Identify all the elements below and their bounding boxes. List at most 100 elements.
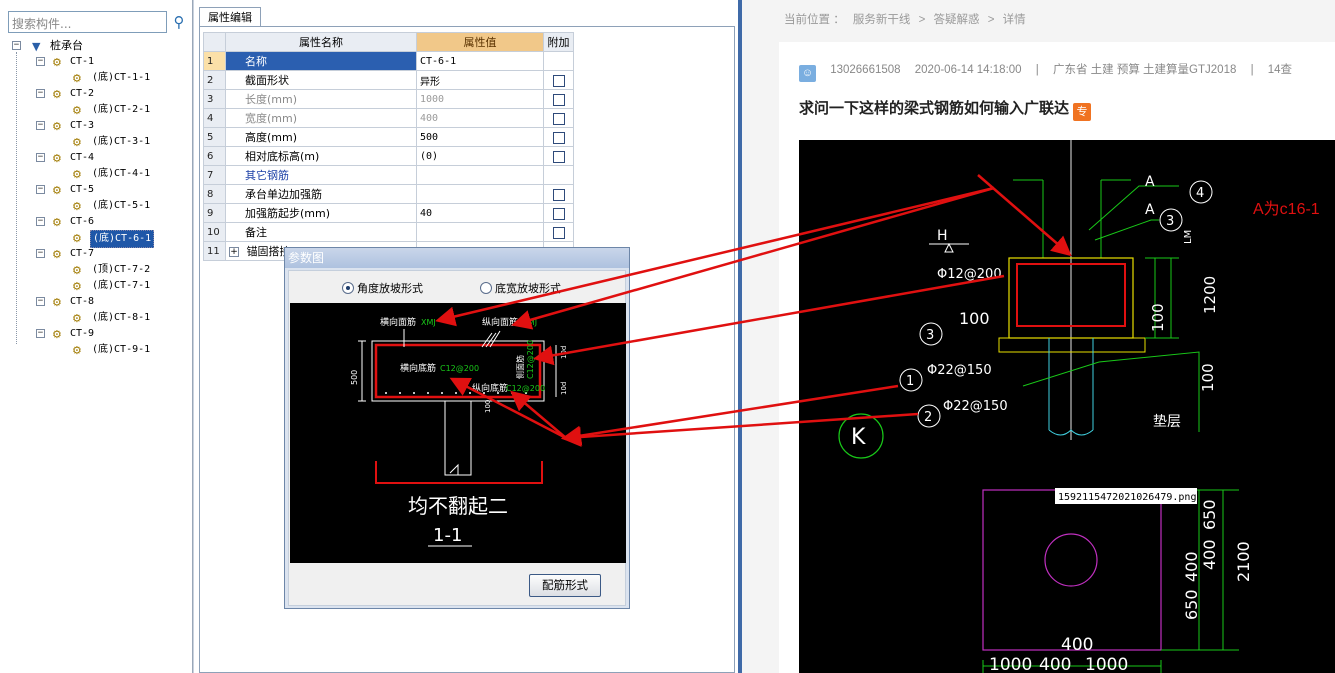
plan-pile-circle — [1044, 533, 1098, 587]
property-row-length[interactable]: 3 长度(mm) 1000 — [203, 89, 574, 109]
extra-cell — [543, 222, 574, 242]
collapse-icon[interactable]: − — [36, 297, 45, 306]
collapse-icon[interactable]: − — [36, 57, 45, 66]
collapse-icon[interactable]: − — [36, 329, 45, 338]
tree-item-ct-1[interactable]: − ⚙ CT-1 — [12, 54, 190, 70]
property-row-single-side-rebar[interactable]: 8 承台单边加强筋 — [203, 184, 574, 204]
property-value-input[interactable] — [416, 165, 544, 185]
property-value-input[interactable]: 400 — [416, 108, 544, 128]
tree-subitem-ct-2-1[interactable]: ⚙ (底)CT-2-1 — [12, 102, 190, 118]
tree-subitem-ct-1-1[interactable]: ⚙ (底)CT-1-1 — [12, 70, 190, 86]
dialog-title-bar[interactable]: 参数图 — [285, 248, 629, 268]
tree-item-ct-2[interactable]: − ⚙ CT-2 — [12, 86, 190, 102]
collapse-icon[interactable]: − — [36, 89, 45, 98]
top-h-bar-label: 横向面筋 — [380, 316, 416, 328]
property-row-name[interactable]: 1 名称 CT-6-1 — [203, 51, 574, 71]
property-row-height[interactable]: 5 高度(mm) 500 — [203, 127, 574, 147]
extra-checkbox[interactable] — [552, 207, 565, 220]
extra-checkbox[interactable] — [552, 188, 565, 201]
property-value-input[interactable] — [416, 222, 544, 242]
post-author[interactable]: 13026661508 — [830, 64, 900, 76]
tree-item-ct-6[interactable]: − ⚙ CT-6 — [12, 214, 190, 230]
radio-angle-slope[interactable]: 角度放坡形式 — [342, 280, 423, 296]
property-row-relative-elevation[interactable]: 6 相对底标高(m) (0) — [203, 146, 574, 166]
property-row-other-rebar[interactable]: 7 其它钢筋 — [203, 165, 574, 185]
extra-checkbox[interactable] — [552, 226, 565, 239]
property-value-input[interactable]: 1000 — [416, 89, 544, 109]
tab-property-edit[interactable]: 属性编辑 — [199, 7, 261, 27]
radio-width-slope[interactable]: 底宽放坡形式 — [480, 280, 561, 296]
tree-subitem-ct-7-2[interactable]: ⚙ (顶)CT-7-2 — [12, 262, 190, 278]
property-row-rebar-start[interactable]: 9 加强筋起步(mm) 40 — [203, 203, 574, 223]
collapse-icon[interactable]: − — [36, 185, 45, 194]
breadcrumb-link-qa[interactable]: 答疑解惑 — [934, 14, 980, 26]
tree-item-ct-4[interactable]: − ⚙ CT-4 — [12, 150, 190, 166]
gear-icon: ⚙ — [72, 232, 82, 245]
collapse-icon[interactable]: − — [36, 121, 45, 130]
tree-subitem-ct-7-1[interactable]: ⚙ (底)CT-7-1 — [12, 278, 190, 294]
tree-subitem-ct-4-1[interactable]: ⚙ (底)CT-4-1 — [12, 166, 190, 182]
tree-root-pile-cap[interactable]: − ▼ 桩承台 — [12, 38, 190, 54]
label-a-bottom: A — [1145, 202, 1155, 218]
tree-item-ct-8[interactable]: − ⚙ CT-8 — [12, 294, 190, 310]
gear-icon: ⚙ — [52, 56, 62, 69]
property-name: 宽度(mm) — [225, 108, 417, 128]
rebar-form-button[interactable]: 配筋形式 — [529, 574, 601, 597]
extra-checkbox[interactable] — [552, 150, 565, 163]
breadcrumb-link-service[interactable]: 服务新干线 — [853, 14, 911, 26]
bottom-v-bar-label: 纵向底筋 — [472, 382, 508, 394]
gear-icon: ⚙ — [72, 312, 82, 325]
search-icon[interactable]: ⚲ — [169, 12, 189, 32]
tree-subitem-ct-8-1[interactable]: ⚙ (底)CT-8-1 — [12, 310, 190, 326]
gear-icon: ⚙ — [52, 296, 62, 309]
row-number: 1 — [203, 51, 226, 71]
collapse-icon[interactable]: − — [12, 41, 21, 50]
property-value-input[interactable]: 500 — [416, 127, 544, 147]
gear-icon: ⚙ — [52, 328, 62, 341]
dim-100-lower: 100 — [1199, 363, 1217, 392]
property-row-width[interactable]: 4 宽度(mm) 400 — [203, 108, 574, 128]
row-number: 7 — [203, 165, 226, 185]
tree-subitem-ct-3-1[interactable]: ⚙ (底)CT-3-1 — [12, 134, 190, 150]
marker-k: K — [851, 425, 866, 450]
collapse-icon[interactable]: − — [36, 153, 45, 162]
collapse-icon[interactable]: − — [36, 249, 45, 258]
user-avatar-icon[interactable]: ☺ — [799, 65, 816, 82]
tree-subitem-ct-9-1[interactable]: ⚙ (底)CT-9-1 — [12, 342, 190, 358]
dim-100-left: 100 — [959, 309, 990, 328]
collapse-icon[interactable]: − — [36, 217, 45, 226]
extra-cell — [543, 203, 574, 223]
gear-icon: ⚙ — [72, 280, 82, 293]
column-header-extra: 附加 — [543, 32, 574, 52]
tree-item-label: CT-8 — [70, 296, 95, 307]
tree-item-ct-3[interactable]: − ⚙ CT-3 — [12, 118, 190, 134]
tree-subitem-ct-5-1[interactable]: ⚙ (底)CT-5-1 — [12, 198, 190, 214]
property-name: 相对底标高(m) — [225, 146, 417, 166]
gear-icon: ⚙ — [52, 152, 62, 165]
expand-icon[interactable]: + — [229, 247, 239, 257]
tree-item-label: CT-5 — [70, 184, 95, 195]
tree-item-ct-9[interactable]: − ⚙ CT-9 — [12, 326, 190, 342]
tree-item-label: CT-3 — [70, 120, 95, 131]
tree-item-label: CT-2 — [70, 88, 95, 99]
tree-subitem-ct-6-1-selected[interactable]: ⚙ (底)CT-6-1 — [12, 230, 190, 248]
property-value-input[interactable]: (0) — [416, 146, 544, 166]
tree-item-ct-7[interactable]: − ⚙ CT-7 — [12, 246, 190, 262]
property-value-input[interactable]: 40 — [416, 203, 544, 223]
property-name: 加强筋起步(mm) — [225, 203, 417, 223]
property-row-section-shape[interactable]: 2 截面形状 异形 — [203, 70, 574, 90]
row-number: 2 — [203, 70, 226, 90]
property-value-input[interactable] — [416, 184, 544, 204]
extra-checkbox[interactable] — [552, 93, 565, 106]
component-search-input[interactable]: 搜索构件... — [8, 11, 167, 33]
breadcrumb-current: 详情 — [1002, 14, 1026, 26]
property-value-input[interactable]: 异形 — [416, 70, 544, 90]
tree-item-ct-5[interactable]: − ⚙ CT-5 — [12, 182, 190, 198]
property-row-remark[interactable]: 10 备注 — [203, 222, 574, 242]
extra-checkbox[interactable] — [552, 74, 565, 87]
extra-checkbox[interactable] — [552, 112, 565, 125]
extra-checkbox[interactable] — [552, 131, 565, 144]
dim-400-bottom: 400 — [1061, 635, 1093, 655]
dim-10d-top: 10d — [560, 346, 568, 359]
property-value-input[interactable]: CT-6-1 — [416, 51, 544, 71]
